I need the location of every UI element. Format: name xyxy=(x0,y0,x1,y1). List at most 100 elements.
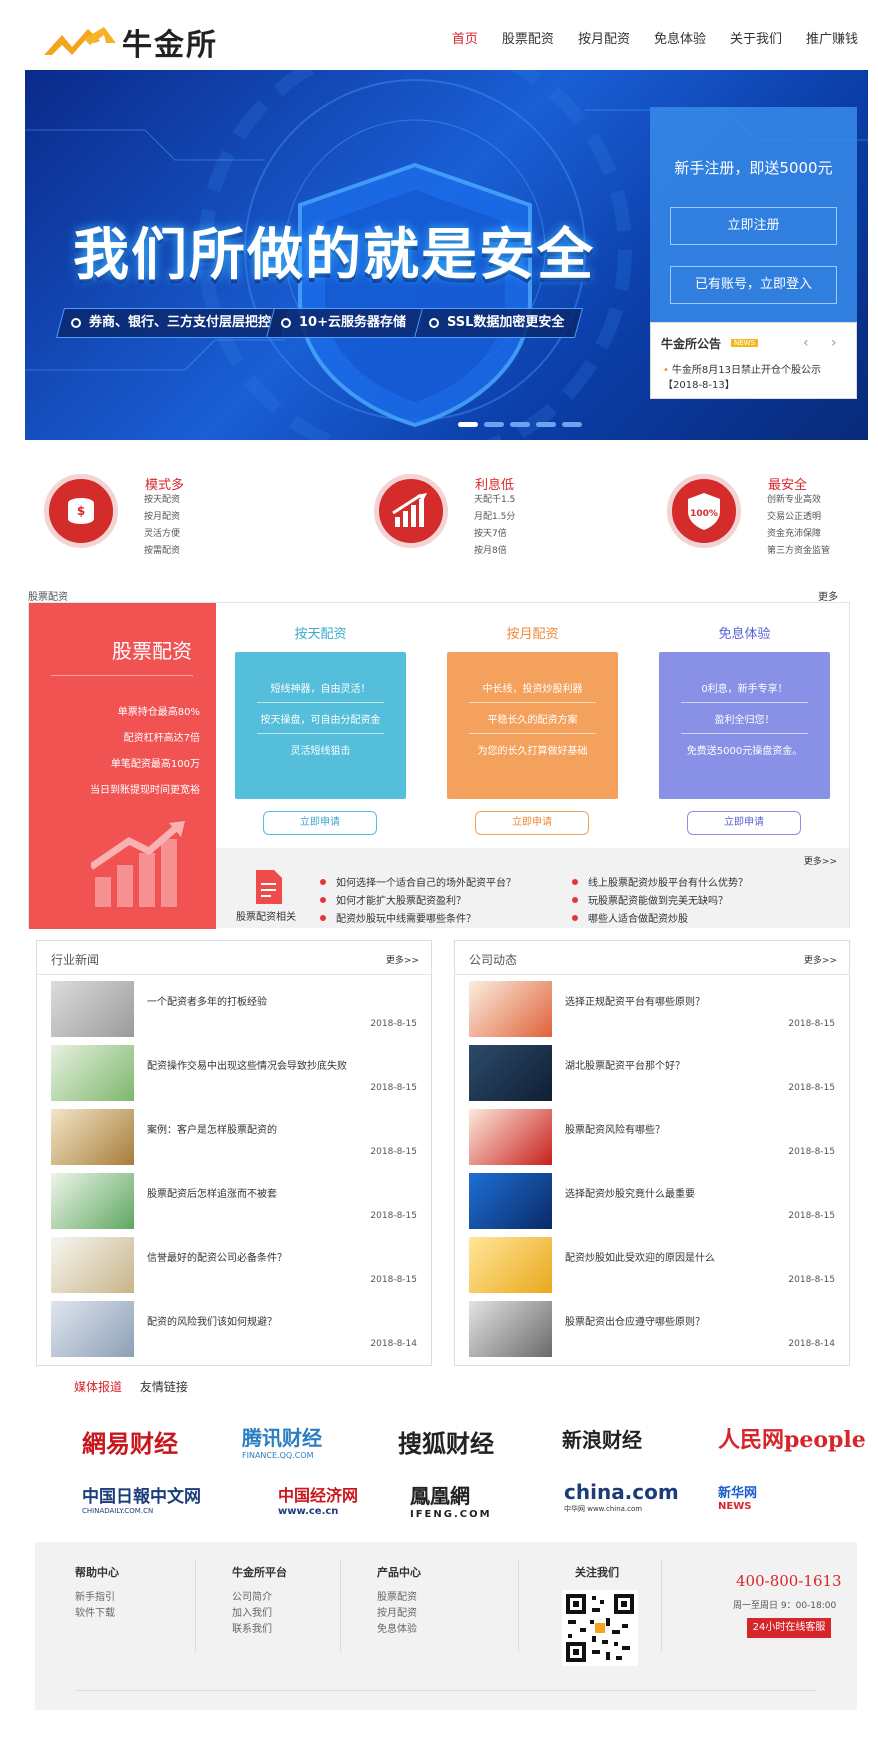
news-date: 2018-8-14 xyxy=(370,1339,417,1349)
xinhua-logo[interactable]: 新华网 NEWS xyxy=(718,1482,757,1512)
feature-line: 第三方资金监管 xyxy=(767,546,831,556)
footer-link[interactable]: 新手指引 xyxy=(75,1588,115,1603)
news-item[interactable]: 一个配资者多年的打板经验 2018-8-15 xyxy=(51,981,421,1037)
apply-button[interactable]: 立即申请 xyxy=(263,811,377,835)
nav-about-us[interactable]: 关于我们 xyxy=(730,28,782,47)
news-item[interactable]: 选择配资炒股究竟什么最重要 2018-8-15 xyxy=(469,1173,839,1229)
news-item[interactable]: 信誉最好的配资公司必备条件？ 2018-8-15 xyxy=(51,1237,421,1293)
card-line: 平稳长久的配资方案 xyxy=(487,715,578,726)
ce-logo[interactable]: 中国经济网 www.ce.cn xyxy=(278,1482,358,1517)
nav-stock-finance[interactable]: 股票配资 xyxy=(502,28,554,47)
plan-card[interactable]: 中长线，投资炒股利器 平稳长久的配资方案 为您的长久打算做好基础 xyxy=(447,652,618,799)
apply-button[interactable]: 立即申请 xyxy=(687,811,801,835)
card-line: 中长线，投资炒股利器 xyxy=(482,684,583,695)
carousel-dot[interactable] xyxy=(562,422,582,427)
feature-line: 资金充沛保障 xyxy=(767,529,822,539)
notice-item[interactable]: • 牛金所8月13日禁止开仓个股公示 【2018-8-13】 xyxy=(663,363,821,393)
chinacom-logo[interactable]: china.com 中华网 www.china.com xyxy=(564,1480,679,1514)
divider xyxy=(518,1560,519,1652)
nav-promote[interactable]: 推广赚钱 xyxy=(806,28,858,47)
promo-item: 单票持仓最高80% xyxy=(117,707,200,718)
register-button[interactable]: 立即注册 xyxy=(670,207,837,245)
news-thumbnail xyxy=(469,1237,552,1293)
notice-title: 牛金所公告 xyxy=(661,337,722,351)
nav-free-trial[interactable]: 免息体验 xyxy=(654,28,706,47)
nav-home[interactable]: 首页 xyxy=(452,28,478,47)
logo[interactable]: 牛金所 xyxy=(44,20,218,64)
footer-link[interactable]: 免息体验 xyxy=(377,1620,417,1635)
chinadaily-logo[interactable]: 中国日報中文网 CHINADAILY.COM.CN xyxy=(82,1482,201,1515)
more-link[interactable]: 更多>> xyxy=(804,854,837,867)
news-item[interactable]: 选择正规配资平台有哪些原则？ 2018-8-15 xyxy=(469,981,839,1037)
footer-link[interactable]: 软件下载 xyxy=(75,1604,115,1619)
news-item[interactable]: 股票配资出仓应遵守哪些原则？ 2018-8-14 xyxy=(469,1301,839,1357)
prev-arrow-icon[interactable]: ‹ xyxy=(803,335,809,351)
related-label: 股票配资相关 xyxy=(236,912,296,923)
online-service-button[interactable]: 24小时在线客服 xyxy=(747,1618,831,1638)
question-link[interactable]: 哪些人适合做配资炒股 xyxy=(572,910,688,925)
phone-number[interactable]: 400-800-1613 xyxy=(736,1572,842,1590)
news-title: 信誉最好的配资公司必备条件？ xyxy=(147,1253,287,1264)
company-news-box: 公司动态 更多>> 选择正规配资平台有哪些原则？ 2018-8-15 湖北股票配… xyxy=(454,940,850,1366)
plan-card[interactable]: 短线神器，自由灵活！ 按天操盘，可自由分配资金 灵活短线狙击 xyxy=(235,652,406,799)
netease-logo[interactable]: 網易财经 xyxy=(82,1424,178,1459)
carousel-dot[interactable] xyxy=(458,422,478,427)
banner-feature: 券商、银行、三方支付层层把控 xyxy=(55,308,291,338)
news-item[interactable]: 配资炒股如此受欢迎的原因是什么 2018-8-15 xyxy=(469,1237,839,1293)
next-arrow-icon[interactable]: › xyxy=(831,335,837,351)
apply-button[interactable]: 立即申请 xyxy=(475,811,589,835)
footer-link[interactable]: 公司简介 xyxy=(232,1588,272,1603)
qq-finance-logo[interactable]: 腾讯财经 FINANCE.QQ.COM xyxy=(242,1422,322,1460)
question-link[interactable]: 如何选择一个适合自己的场外配资平台？ xyxy=(320,874,516,889)
feature-line: 按天配资 xyxy=(144,495,181,505)
tab-media-reports[interactable]: 媒体报道 xyxy=(74,1380,122,1394)
news-item[interactable]: 股票配资后怎样追涨而不被套 2018-8-15 xyxy=(51,1173,421,1229)
question-link[interactable]: 配资炒股玩中线需要哪些条件？ xyxy=(320,910,476,925)
news-title: 选择配资炒股究竟什么最重要 xyxy=(565,1189,695,1200)
logo-icon xyxy=(44,27,116,55)
footer-col-title: 帮助中心 xyxy=(75,1566,119,1579)
svg-text:$: $ xyxy=(77,504,85,518)
card-line: 短线神器，自由灵活！ xyxy=(270,684,371,695)
plan-card[interactable]: 0利息，新手专享！ 盈利全归您！ 免费送5000元操盘资金。 xyxy=(659,652,830,799)
more-link[interactable]: 更多 xyxy=(818,588,838,603)
news-item[interactable]: 股票配资风险有哪些？ 2018-8-15 xyxy=(469,1109,839,1165)
carousel-dot[interactable] xyxy=(510,422,530,427)
feature-line: 创新专业高效 xyxy=(767,495,822,505)
question-link[interactable]: 如何才能扩大股票配资盈利？ xyxy=(320,892,466,907)
news-item[interactable]: 案例：客户是怎样股票配资的 2018-8-15 xyxy=(51,1109,421,1165)
footer-link[interactable]: 按月配资 xyxy=(377,1604,417,1619)
nav-monthly-finance[interactable]: 按月配资 xyxy=(578,28,630,47)
news-date: 2018-8-15 xyxy=(370,1019,417,1029)
ifeng-logo[interactable]: 鳳凰網 IFENG.COM xyxy=(410,1480,492,1520)
carousel-dots xyxy=(458,422,588,427)
sina-finance-logo[interactable]: 新浪财经 xyxy=(562,1424,642,1453)
question-link[interactable]: 玩股票配资能做到完美无缺吗？ xyxy=(572,892,728,907)
news-item[interactable]: 配资的风险我们该如何规避？ 2018-8-14 xyxy=(51,1301,421,1357)
footer-link[interactable]: 股票配资 xyxy=(377,1588,417,1603)
news-date: 2018-8-15 xyxy=(370,1083,417,1093)
people-logo[interactable]: 人民网people xyxy=(718,1422,866,1454)
column-title: 免息体验 xyxy=(718,627,771,642)
more-link[interactable]: 更多>> xyxy=(386,953,419,966)
feature-line: 按天7倍 xyxy=(474,529,507,539)
news-thumbnail xyxy=(469,1109,552,1165)
shield-100-icon: 100% xyxy=(667,474,741,548)
news-date: 2018-8-14 xyxy=(788,1339,835,1349)
tab-friend-links[interactable]: 友情链接 xyxy=(140,1380,188,1394)
feature-line: 天配千1.5 xyxy=(474,495,516,505)
footer-link[interactable]: 加入我们 xyxy=(232,1604,272,1619)
footer-link[interactable]: 联系我们 xyxy=(232,1620,272,1635)
login-button[interactable]: 已有账号，立即登入 xyxy=(670,266,837,304)
sohu-finance-logo[interactable]: 搜狐财经 xyxy=(398,1424,494,1459)
more-link[interactable]: 更多>> xyxy=(804,953,837,966)
carousel-dot[interactable] xyxy=(536,422,556,427)
carousel-dot[interactable] xyxy=(484,422,504,427)
qr-code-icon[interactable] xyxy=(562,1590,638,1666)
feature-title: 最安全 xyxy=(768,478,808,493)
news-date: 2018-8-15 xyxy=(370,1275,417,1285)
news-title: 股票配资风险有哪些？ xyxy=(565,1125,665,1136)
news-item[interactable]: 湖北股票配资平台那个好？ 2018-8-15 xyxy=(469,1045,839,1101)
news-item[interactable]: 配资操作交易中出现这些情况会导致抄底失败 2018-8-15 xyxy=(51,1045,421,1101)
question-link[interactable]: 线上股票配资炒股平台有什么优势？ xyxy=(572,874,748,889)
